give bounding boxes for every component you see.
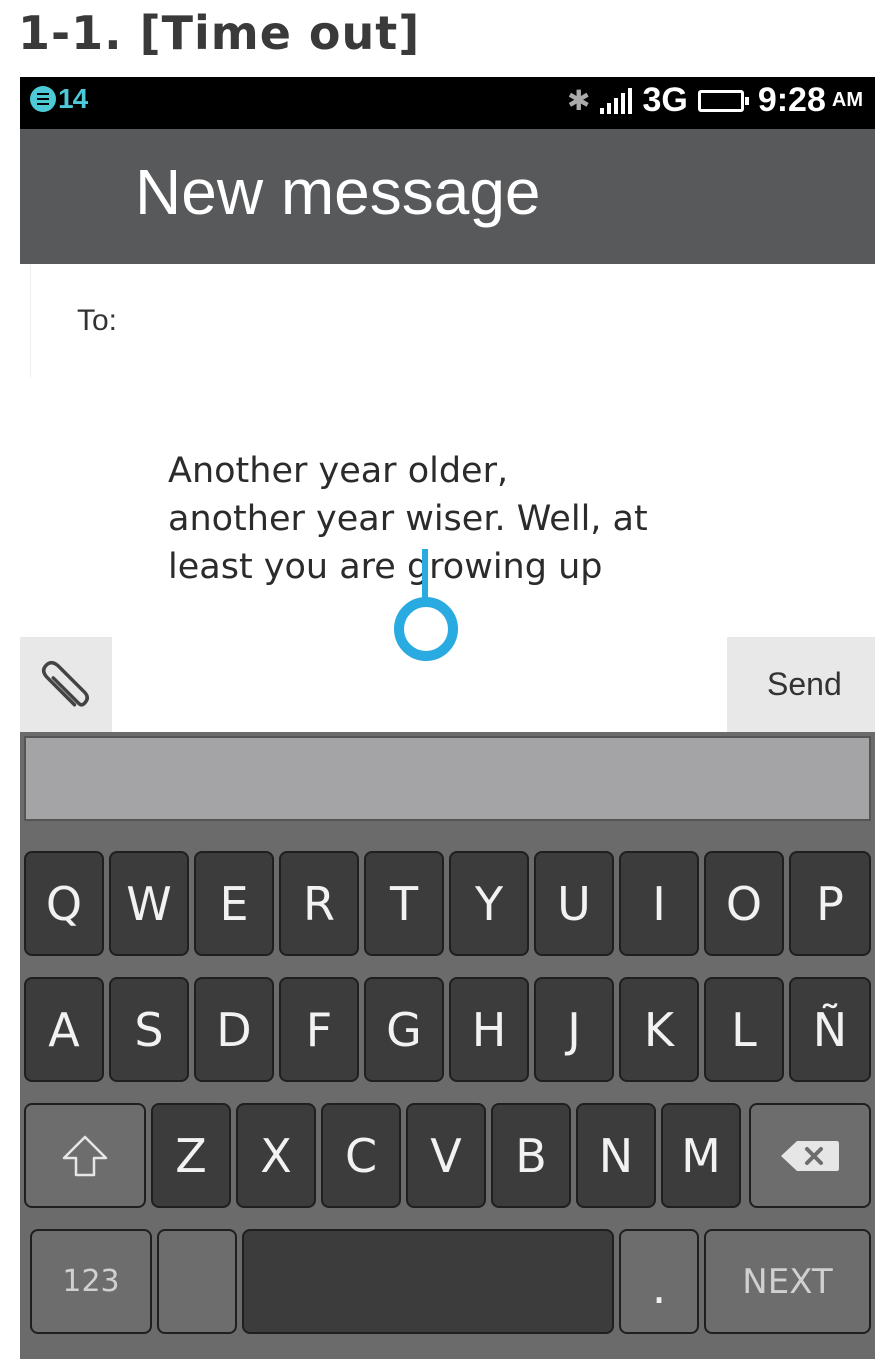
- key-k[interactable]: K: [619, 977, 699, 1082]
- header-bar: New message: [20, 129, 875, 264]
- next-key-label: NEXT: [742, 1261, 833, 1302]
- numbers-key[interactable]: 123: [30, 1229, 152, 1334]
- key-n[interactable]: N: [576, 1103, 656, 1208]
- clock: 9:28: [757, 81, 826, 119]
- signal-icon: [600, 87, 633, 114]
- key-l[interactable]: L: [704, 977, 784, 1082]
- shift-key[interactable]: [24, 1103, 146, 1208]
- shift-arrow-icon: [62, 1135, 108, 1176]
- backspace-icon: [781, 1140, 839, 1171]
- battery-icon: [697, 89, 749, 112]
- key-p[interactable]: P: [789, 851, 871, 956]
- key-t[interactable]: T: [364, 851, 444, 956]
- backspace-key[interactable]: [749, 1103, 871, 1208]
- key-b[interactable]: B: [491, 1103, 571, 1208]
- on-screen-keyboard: Q W E R T Y U I O P A S D F G H J K L Ñ …: [20, 732, 875, 1359]
- clock-ampm: AM: [831, 89, 863, 111]
- attach-button[interactable]: [20, 637, 112, 732]
- page-heading: 1-1. [Time out]: [18, 6, 421, 60]
- key-o[interactable]: O: [704, 851, 784, 956]
- key-n-tilde[interactable]: Ñ: [789, 977, 871, 1082]
- message-text: Another year older, another year wiser. …: [168, 447, 728, 591]
- message-line: Another year older,: [168, 451, 509, 491]
- key-m[interactable]: M: [661, 1103, 741, 1208]
- key-r[interactable]: R: [279, 851, 359, 956]
- key-y[interactable]: Y: [449, 851, 529, 956]
- phone-screen: 14 ✱ 3G 9:28 AM New message To: Another …: [20, 77, 875, 1359]
- key-i[interactable]: I: [619, 851, 699, 956]
- key-g[interactable]: G: [364, 977, 444, 1082]
- paperclip-icon: [41, 660, 89, 707]
- suggestion-bar: [24, 736, 871, 821]
- key-a[interactable]: A: [24, 977, 104, 1082]
- key-j[interactable]: J: [534, 977, 614, 1082]
- network-type: 3G: [642, 81, 688, 119]
- key-v[interactable]: V: [406, 1103, 486, 1208]
- space-key[interactable]: [242, 1229, 614, 1334]
- key-d[interactable]: D: [194, 977, 274, 1082]
- numbers-key-label: 123: [62, 1264, 120, 1299]
- page-title: New message: [135, 156, 541, 228]
- key-u[interactable]: U: [534, 851, 614, 956]
- key-h[interactable]: H: [449, 977, 529, 1082]
- caret-handle[interactable]: [394, 597, 458, 661]
- recipient-label: To:: [77, 304, 118, 337]
- notification-indicator[interactable]: 14: [30, 83, 88, 115]
- key-f[interactable]: F: [279, 977, 359, 1082]
- key-c[interactable]: C: [321, 1103, 401, 1208]
- next-key[interactable]: NEXT: [704, 1229, 871, 1334]
- key-z[interactable]: Z: [151, 1103, 231, 1208]
- status-bar: 14 ✱ 3G 9:28 AM: [20, 77, 875, 129]
- message-compose-area[interactable]: Another year older, another year wiser. …: [26, 377, 866, 661]
- key-x[interactable]: X: [236, 1103, 316, 1208]
- message-line: another year wiser. Well, at: [168, 499, 648, 539]
- bluetooth-icon: ✱: [567, 85, 591, 116]
- language-key[interactable]: [157, 1229, 237, 1334]
- notification-icon: [30, 86, 56, 112]
- key-s[interactable]: S: [109, 977, 189, 1082]
- recipient-field[interactable]: To:: [30, 264, 874, 377]
- key-w[interactable]: W: [109, 851, 189, 956]
- key-q[interactable]: Q: [24, 851, 104, 956]
- send-button[interactable]: Send: [727, 637, 875, 732]
- notification-count: 14: [58, 83, 88, 114]
- key-e[interactable]: E: [194, 851, 274, 956]
- message-line: least you are growing up: [168, 547, 603, 587]
- period-key[interactable]: .: [619, 1229, 699, 1334]
